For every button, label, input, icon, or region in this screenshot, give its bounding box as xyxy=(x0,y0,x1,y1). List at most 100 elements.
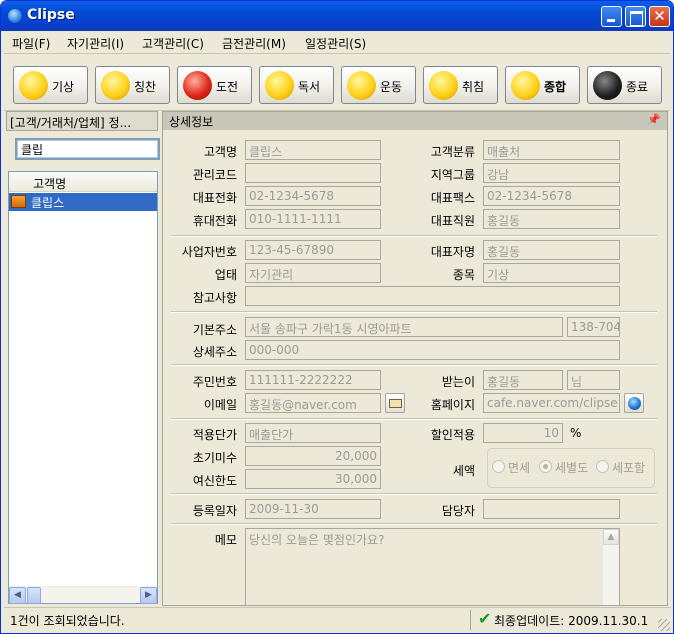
customer-list[interactable]: 고객명 클립스 ◀ ▶ xyxy=(8,171,158,604)
scroll-right-icon[interactable]: ▶ xyxy=(140,587,157,604)
tax-included-radio[interactable] xyxy=(596,460,609,473)
label-fax: 대표팩스 xyxy=(430,191,475,205)
menu-customer[interactable]: 고객관리(C) xyxy=(142,35,204,52)
staff-field[interactable]: 홍길동 xyxy=(483,209,620,229)
address-field[interactable]: 서울 송파구 가락1동 시영아파트 xyxy=(245,317,563,337)
close-icon: ✕ xyxy=(653,7,666,25)
black-face-icon xyxy=(593,71,622,100)
discount-field[interactable]: 10 xyxy=(483,423,563,443)
exercise-button[interactable]: 운동 xyxy=(341,66,416,104)
biztype-field[interactable]: 자기관리 xyxy=(245,263,381,283)
divider xyxy=(171,493,657,495)
price-field[interactable]: 매출단가 xyxy=(245,423,381,443)
divider xyxy=(171,311,657,313)
email-field[interactable]: 홍길동@naver.com xyxy=(245,393,381,413)
tel-field[interactable]: 02-1234-5678 xyxy=(245,186,381,206)
grin-face-icon xyxy=(19,71,48,100)
exit-button[interactable]: 종료 xyxy=(587,66,662,104)
column-header-name[interactable]: 고객명 xyxy=(9,172,157,192)
mobile-field[interactable]: 010-1111-1111 xyxy=(245,209,381,229)
sleepy-face-icon xyxy=(429,71,458,100)
send-email-button[interactable] xyxy=(385,393,405,413)
tax-radio-group: 면세 세별도 세포함 xyxy=(487,448,655,488)
recipient-field[interactable]: 홍길동 xyxy=(483,370,563,390)
label-unpaid: 초기미수 xyxy=(192,451,237,465)
browser-icon xyxy=(628,397,641,410)
ref-field[interactable] xyxy=(245,286,620,306)
menu-schedule[interactable]: 일정관리(S) xyxy=(305,35,366,52)
homepage-field[interactable]: cafe.naver.com/clipse xyxy=(483,393,620,413)
rrn-field[interactable]: 111111-2222222 xyxy=(245,370,381,390)
label-regdate: 등록일자 xyxy=(192,504,237,518)
code-field[interactable] xyxy=(245,163,381,183)
menu-file[interactable]: 파일(F) xyxy=(12,35,50,52)
scroll-up-icon[interactable]: ▲ xyxy=(603,529,619,545)
discount-unit: % xyxy=(570,426,582,440)
fax-field[interactable]: 02-1234-5678 xyxy=(483,186,620,206)
minimize-button[interactable] xyxy=(601,6,622,27)
menu-money[interactable]: 금전관리(M) xyxy=(222,35,286,52)
address-detail-field[interactable]: 000-000 xyxy=(245,340,620,360)
praise-button[interactable]: 칭찬 xyxy=(95,66,170,104)
menu-self[interactable]: 자기관리(I) xyxy=(67,35,124,52)
scroll-left-icon[interactable]: ◀ xyxy=(9,587,26,604)
menu-bar: 파일(F) 자기관리(I) 고객관리(C) 금전관리(M) 일정관리(S) xyxy=(4,32,670,54)
wake-button[interactable]: 기상 xyxy=(13,66,88,104)
detail-header: 상세정보 📌 xyxy=(163,112,667,130)
heart-eyes-face-icon xyxy=(101,71,130,100)
regdate-field[interactable]: 2009-11-30 xyxy=(245,499,381,519)
last-update: 최종업데이트: 2009.11.30.1 xyxy=(494,614,649,628)
tax-separate-radio[interactable] xyxy=(539,460,552,473)
challenge-button[interactable]: 도전 xyxy=(177,66,252,104)
label-discount: 할인적용 xyxy=(430,428,475,442)
item-field[interactable]: 기상 xyxy=(483,263,620,283)
search-input[interactable]: 클립 xyxy=(15,138,160,160)
manager-field[interactable] xyxy=(483,499,620,519)
label-email: 이메일 xyxy=(203,398,237,412)
name-field[interactable]: 클립스 xyxy=(245,140,381,160)
resize-grip[interactable] xyxy=(658,619,670,631)
label-tax: 세액 xyxy=(452,464,475,478)
zipcode-field[interactable]: 138-704 xyxy=(567,317,620,337)
label-ceo: 대표자명 xyxy=(430,245,475,259)
label-manager: 담당자 xyxy=(441,504,475,518)
tax-included-label: 세포함 xyxy=(612,461,646,475)
summary-button[interactable]: 종합 xyxy=(505,66,580,104)
label-tel: 대표전화 xyxy=(192,191,237,205)
ceo-field[interactable]: 홍길동 xyxy=(483,240,620,260)
scroll-thumb[interactable] xyxy=(27,587,41,604)
status-bar: 1건이 조회되었습니다. ✔ 최종업데이트: 2009.11.30.1 xyxy=(4,607,671,632)
label-staff: 대표직원 xyxy=(430,214,475,228)
label-addr: 기본주소 xyxy=(192,323,237,337)
tax-separate-label: 세별도 xyxy=(555,461,589,475)
honorific-field[interactable]: 님 xyxy=(567,370,620,390)
toolbar: 기상 칭찬 도전 독서 운동 취침 종합 종료 xyxy=(4,57,670,111)
angry-face-icon xyxy=(183,71,212,100)
credit-field[interactable]: 30,000 xyxy=(245,469,381,489)
tax-exempt-radio[interactable] xyxy=(492,460,505,473)
label-biztype: 업태 xyxy=(214,268,237,282)
pin-icon[interactable]: 📌 xyxy=(647,113,661,126)
category-field[interactable]: 매출처 xyxy=(483,140,620,160)
customer-list-pane: [고객/거래처/업체] 정... 클립 고객명 클립스 ◀ ▶ xyxy=(6,111,160,606)
open-homepage-button[interactable] xyxy=(624,393,644,413)
horizontal-scrollbar[interactable]: ◀ ▶ xyxy=(9,586,157,604)
label-item: 종목 xyxy=(452,268,475,282)
reading-button[interactable]: 독서 xyxy=(259,66,334,104)
looking-face-icon xyxy=(347,71,376,100)
region-field[interactable]: 강남 xyxy=(483,163,620,183)
memo-textarea[interactable]: 당신의 오늘은 몇점인가요? ▲ xyxy=(245,528,620,606)
bizno-field[interactable]: 123-45-67890 xyxy=(245,240,381,260)
label-name: 고객명 xyxy=(203,145,237,159)
sleep-button[interactable]: 취침 xyxy=(423,66,498,104)
label-recipient: 받는이 xyxy=(441,375,475,389)
divider xyxy=(171,523,657,525)
unpaid-field[interactable]: 20,000 xyxy=(245,446,381,466)
close-button[interactable]: ✕ xyxy=(649,6,670,27)
maximize-button[interactable] xyxy=(625,6,646,27)
label-memo: 메모 xyxy=(214,533,237,547)
memo-scrollbar[interactable]: ▲ xyxy=(603,529,619,605)
title-bar[interactable]: Clipse ✕ xyxy=(1,1,673,31)
label-mobile: 휴대전화 xyxy=(192,214,237,228)
list-item[interactable]: 클립스 xyxy=(9,193,157,211)
